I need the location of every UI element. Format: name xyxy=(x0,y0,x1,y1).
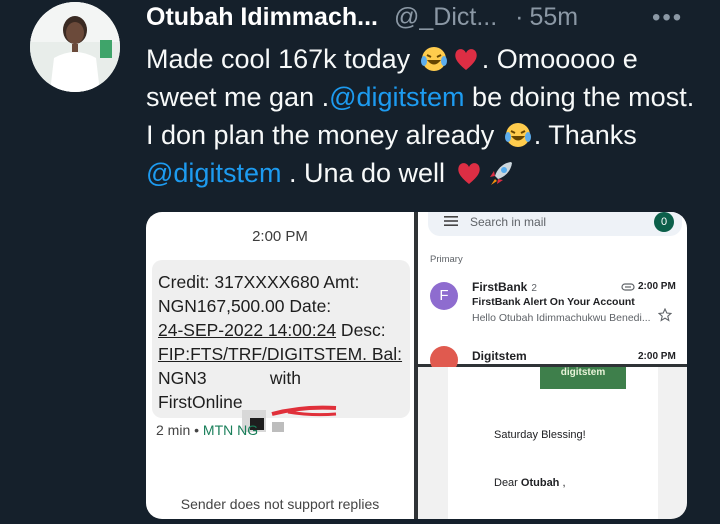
sms-line: FIP:FTS/TRF/DIGITSTEM. Bal: xyxy=(158,344,403,364)
laughing-tears-icon xyxy=(420,47,447,71)
email-salutation: Dear Otubah , xyxy=(494,477,566,489)
sms-meta: 2 min • MTN NG xyxy=(156,422,258,438)
more-options-icon[interactable]: ••• xyxy=(652,4,683,32)
mention-link[interactable]: @digitstem xyxy=(146,158,281,188)
sms-line: NGN167,500.00 Date: xyxy=(158,296,332,316)
sender-avatar: F xyxy=(430,282,458,310)
red-heart-icon xyxy=(457,163,480,184)
sms-time: 2:00 PM xyxy=(252,228,308,245)
email-screenshot[interactable]: digitstem Saturday Blessing! Dear Otubah… xyxy=(418,367,687,519)
tweet-text-part: Made cool 167k today xyxy=(146,44,411,74)
sms-footer: Sender does not support replies xyxy=(180,496,380,512)
account-badge[interactable]: 0 xyxy=(654,212,674,232)
mail-sender[interactable]: Digitstem xyxy=(472,349,527,363)
digitstem-logo: digitstem xyxy=(540,367,626,389)
mention-link[interactable]: @digitstem xyxy=(329,82,464,112)
mail-time: 2:00 PM xyxy=(638,281,676,292)
salutation-text: Dear xyxy=(494,477,521,489)
section-label: Primary xyxy=(430,254,463,265)
rocket-icon xyxy=(489,162,512,185)
sms-message: Credit: 317XXXX680 Amt: NGN167,500.00 Da… xyxy=(158,270,408,414)
star-icon[interactable] xyxy=(658,308,672,322)
tweet-text-part: . Una do well xyxy=(281,158,446,188)
sms-screenshot[interactable]: 2:00 PM Credit: 317XXXX680 Amt: NGN167,5… xyxy=(146,212,414,519)
sms-age: 2 min • xyxy=(156,422,200,438)
tweet-timestamp[interactable]: 55m xyxy=(530,3,579,32)
mail-subject[interactable]: FirstBank Alert On Your Account xyxy=(472,296,635,308)
attachment-icon xyxy=(621,283,635,291)
email-body: digitstem Saturday Blessing! Dear Otubah… xyxy=(448,367,658,519)
sms-line: NGN3 with xyxy=(158,368,301,388)
mail-search-bar[interactable]: Search in mail 0 xyxy=(428,212,682,236)
author-handle[interactable]: @_Dict... xyxy=(394,3,497,32)
menu-icon[interactable] xyxy=(444,216,458,226)
laughing-tears-icon xyxy=(504,123,531,147)
mail-snippet: Hello Otubah Idimmachukwu Benedi... xyxy=(472,312,651,324)
mail-search-placeholder: Search in mail xyxy=(470,215,547,229)
sms-bubble: Credit: 317XXXX680 Amt: NGN167,500.00 Da… xyxy=(152,260,410,432)
salutation-tail: , xyxy=(559,477,566,489)
sms-line: Credit: 317XXXX680 Amt: xyxy=(158,272,360,292)
sms-line: Desc: xyxy=(336,320,386,340)
sms-date-link: 24-SEP-2022 14:00:24 xyxy=(158,320,337,340)
separator-dot: · xyxy=(515,2,524,31)
sms-carrier: MTN NG xyxy=(202,422,259,438)
tweet-text-part: . Thanks xyxy=(533,120,637,150)
sms-line: FirstOnline xyxy=(158,392,243,412)
gmail-screenshot[interactable]: Search in mail 0 Primary F FirstBank 2 2:… xyxy=(418,212,687,374)
author-name[interactable]: Otubah Idimmach... xyxy=(146,3,378,32)
thread-count: 2 xyxy=(531,283,537,294)
red-heart-icon xyxy=(455,49,477,70)
tweet-body: Made cool 167k today . Omooooo e sweet m… xyxy=(146,40,706,192)
tweet-media-grid[interactable]: 2:00 PM Credit: 317XXXX680 Amt: NGN167,5… xyxy=(146,212,687,519)
email-greeting: Saturday Blessing! xyxy=(494,429,586,441)
mail-time: 2:00 PM xyxy=(638,351,676,362)
mail-sender-name: FirstBank xyxy=(472,280,528,294)
mail-sender[interactable]: FirstBank 2 xyxy=(472,280,537,294)
tweet-header: Otubah Idimmach... @_Dict... · 55m xyxy=(146,0,720,34)
recipient-name: Otubah xyxy=(520,477,560,489)
author-avatar[interactable] xyxy=(30,2,120,92)
